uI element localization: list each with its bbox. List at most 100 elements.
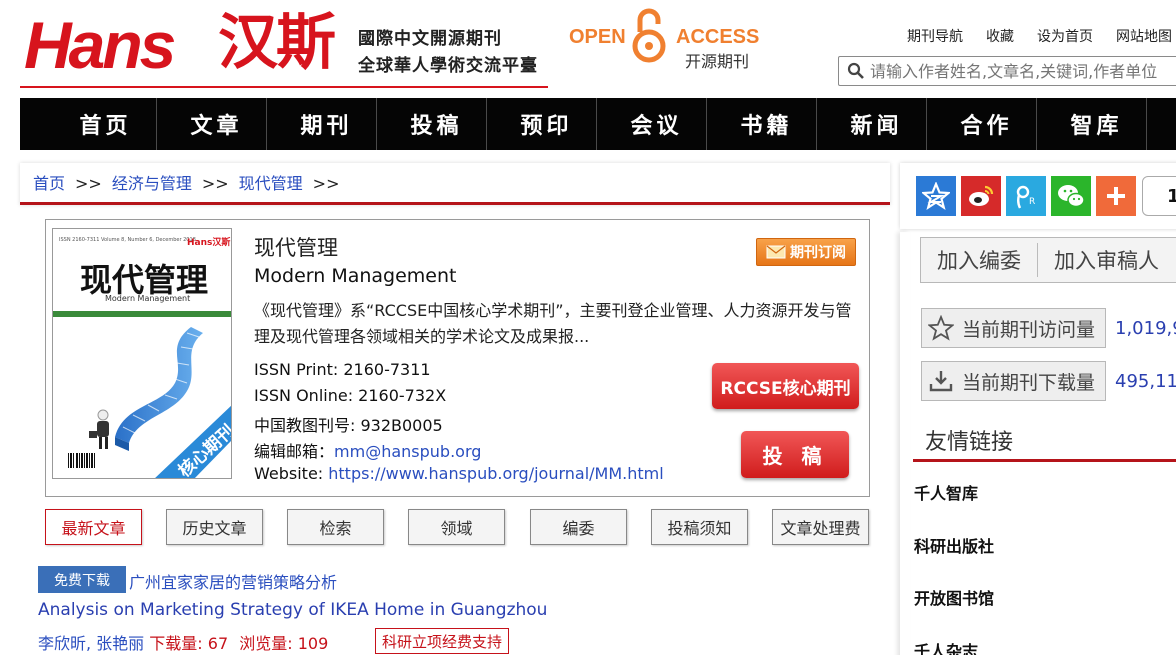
header-divider (20, 86, 548, 88)
downloads-stat-label: 当前期刊下载量 (962, 371, 1096, 394)
email-label: 编辑邮箱： (254, 442, 335, 461)
journal-description: 《现代管理》系“RCCSE中国核心学术期刊”，主要刊登企业管理、人力资源开发与管… (254, 301, 852, 346)
article-meta: 李欣昕, 张艳丽 下载量: 67 浏览量: 109 (38, 630, 328, 654)
nav-news[interactable]: 新闻 (817, 98, 927, 150)
tagline-2: 全球華人學術交流平臺 (358, 56, 538, 76)
top-links: 期刊导航 收藏 设为首页 网站地图 (907, 26, 1172, 46)
more-share-plus-icon[interactable] (1096, 176, 1136, 216)
nav-cooperation[interactable]: 合作 (927, 98, 1037, 150)
tagline-1: 國際中文開源期刊 (358, 29, 502, 49)
wechat-share-icon[interactable] (1051, 176, 1091, 216)
link-qianren-think-tank[interactable]: 千人智库 (914, 480, 978, 504)
cn-code-label: 中国教图刊号: (254, 416, 361, 435)
nav-home[interactable]: 首页 (20, 98, 157, 150)
email-link[interactable]: mm@hanspub.org (334, 442, 481, 461)
downloads-label: 下载量: (149, 634, 208, 653)
nav-thinktank[interactable]: 智库 (1037, 98, 1147, 150)
breadcrumb-home[interactable]: 首页 (33, 174, 65, 193)
breadcrumb-journal[interactable]: 现代管理 (239, 174, 303, 193)
nav-conference[interactable]: 会议 (597, 98, 707, 150)
top-link-set-home[interactable]: 设为首页 (1037, 26, 1093, 46)
breadcrumb-sep: >> (312, 174, 340, 193)
qzone-share-icon[interactable] (916, 176, 956, 216)
star-icon (928, 315, 954, 341)
journal-title-cn: 现代管理 (254, 236, 338, 260)
nav-submit[interactable]: 投稿 (377, 98, 487, 150)
open-access-lock-icon (632, 8, 666, 63)
top-link-journal-nav[interactable]: 期刊导航 (907, 26, 963, 46)
submit-manuscript-button[interactable]: 投 稿 (741, 431, 849, 478)
tab-editorial[interactable]: 编委 (530, 509, 627, 545)
article-title-cn[interactable]: 广州宜家家居的营销策略分析 (129, 569, 337, 593)
journal-cover[interactable]: ISSN 2160-7311 Volume 8, Number 6, Decem… (52, 228, 232, 479)
downloads-stat: 当前期刊下载量 (921, 361, 1106, 401)
cover-brand: Hans汉斯 (187, 238, 231, 248)
website: Website: https://www.hanspub.org/journal… (254, 464, 664, 483)
top-link-favorite[interactable]: 收藏 (986, 26, 1014, 46)
nav-journals[interactable]: 期刊 (267, 98, 377, 150)
nav-articles[interactable]: 文章 (157, 98, 267, 150)
link-scirp[interactable]: 科研出版社 (914, 533, 994, 557)
main-nav: 首页 文章 期刊 投稿 预印 会议 书籍 新闻 合作 智库 (20, 98, 1176, 150)
join-box: 加入编委 加入审稿人 (920, 237, 1176, 283)
free-download-button[interactable]: 免费下载 (38, 566, 126, 593)
friendly-links-divider (913, 459, 1176, 462)
join-reviewer-button[interactable]: 加入审稿人 (1038, 245, 1175, 275)
issn-online: ISSN Online: 2160-732X (254, 386, 446, 405)
join-editorial-button[interactable]: 加入编委 (921, 245, 1037, 275)
tab-search[interactable]: 检索 (287, 509, 384, 545)
journal-title-en: Modern Management (254, 265, 457, 287)
nav-books[interactable]: 书籍 (707, 98, 817, 150)
weibo-share-icon[interactable] (961, 176, 1001, 216)
downloads-stat-value: 495,11 (1115, 371, 1176, 392)
website-label: Website: (254, 464, 329, 483)
article-title-en[interactable]: Analysis on Marketing Strategy of IKEA H… (38, 600, 547, 620)
cover-issn: ISSN 2160-7311 Volume 8, Number 6, Decem… (59, 237, 196, 243)
search-box (838, 56, 1176, 86)
website-link[interactable]: https://www.hanspub.org/journal/MM.html (328, 464, 663, 483)
issn-print-label: ISSN Print: (254, 360, 344, 379)
open-access-cn: 开源期刊 (685, 52, 750, 71)
cover-stripe (53, 311, 231, 317)
cn-code: 中国教图刊号: 932B0005 (254, 412, 443, 436)
link-qianren-magazine[interactable]: 千人杂志 (914, 638, 978, 655)
breadcrumb-sep: >> (75, 174, 102, 193)
svg-text:R: R (1029, 197, 1035, 207)
cn-code-value: 932B0005 (360, 416, 443, 435)
top-link-sitemap[interactable]: 网站地图 (1116, 26, 1172, 46)
download-icon (929, 371, 953, 392)
tab-history[interactable]: 历史文章 (166, 509, 263, 545)
envelope-icon (766, 245, 786, 259)
cover-title-en: Modern Management (105, 294, 191, 303)
fund-support-badge: 科研立项经费支持 (375, 628, 510, 654)
breadcrumb-sep: >> (201, 174, 229, 193)
tab-guidelines[interactable]: 投稿须知 (651, 509, 748, 545)
visits-value: 1,019,9 (1115, 318, 1176, 339)
open-access-access: ACCESS (676, 26, 760, 48)
editor-email: 编辑邮箱：mm@hanspub.org (254, 438, 481, 462)
issn-online-label: ISSN Online: (254, 386, 359, 405)
tab-fields[interactable]: 领域 (408, 509, 505, 545)
friendly-links-title: 友情链接 (925, 430, 1014, 455)
views-value: 109 (297, 634, 329, 653)
sidebar-shadow (900, 232, 910, 655)
link-open-library[interactable]: 开放图书馆 (914, 585, 994, 609)
logo-hans[interactable]: Hans (24, 6, 176, 84)
visits-stat: 当前期刊访问量 (921, 308, 1106, 348)
tab-latest[interactable]: 最新文章 (45, 509, 142, 545)
breadcrumb-economics[interactable]: 经济与管理 (112, 174, 192, 193)
article-authors[interactable]: 李欣昕, 张艳丽 (38, 634, 144, 653)
search-icon[interactable] (847, 62, 865, 80)
tencent-weibo-share-icon[interactable]: R (1006, 176, 1046, 216)
views-label: 浏览量: (239, 634, 298, 653)
nav-preprint[interactable]: 预印 (487, 98, 597, 150)
share-count: 1 (1142, 176, 1176, 216)
rccse-core-button[interactable]: RCCSE核心期刊 (712, 363, 859, 409)
issn-print: ISSN Print: 2160-7311 (254, 360, 431, 379)
downloads-value: 67 (207, 634, 229, 653)
issn-online-value: 2160-732X (358, 386, 447, 405)
logo-hans-cn[interactable]: 汉斯 (218, 4, 336, 82)
search-input[interactable] (870, 61, 1176, 81)
tab-fees[interactable]: 文章处理费 (772, 509, 869, 545)
subscribe-button[interactable]: 期刊订阅 (756, 238, 856, 266)
